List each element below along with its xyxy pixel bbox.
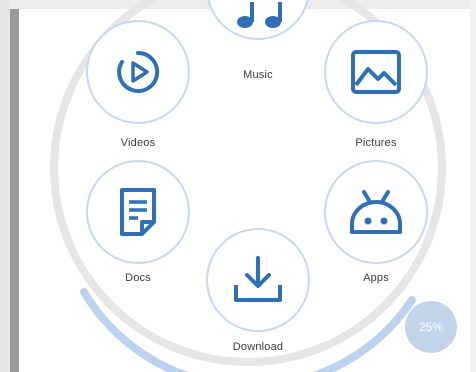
pictures-label: Pictures bbox=[355, 137, 397, 149]
videos-label: Videos bbox=[120, 137, 156, 149]
play-circle-icon bbox=[113, 47, 163, 97]
videos-button[interactable] bbox=[86, 20, 190, 124]
document-icon bbox=[118, 186, 158, 238]
music-label: Music bbox=[243, 69, 273, 81]
music-note-icon bbox=[230, 2, 290, 36]
download-button[interactable] bbox=[206, 228, 310, 332]
download-icon bbox=[232, 255, 284, 305]
android-icon bbox=[348, 188, 404, 236]
download-label: Download bbox=[232, 341, 284, 353]
storage-percent-badge: 25% bbox=[405, 301, 457, 353]
apps-button[interactable] bbox=[324, 160, 428, 264]
apps-label: Apps bbox=[363, 272, 389, 284]
docs-button[interactable] bbox=[86, 160, 190, 264]
docs-label: Docs bbox=[125, 272, 151, 284]
pictures-button[interactable] bbox=[324, 20, 428, 124]
image-icon bbox=[350, 49, 402, 95]
